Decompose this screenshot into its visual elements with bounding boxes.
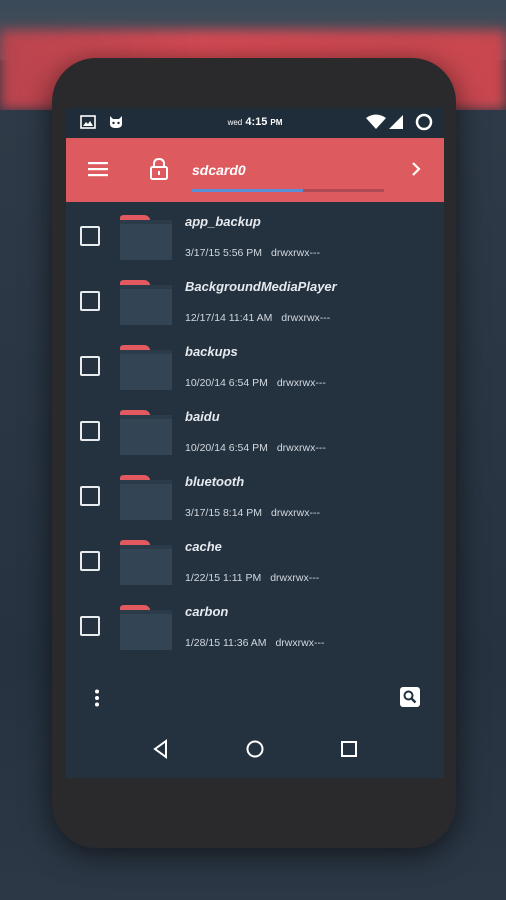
file-date: 1/28/15 11:36 AM: [185, 637, 267, 649]
file-permissions: drwxrwx---: [270, 247, 320, 259]
lock-icon[interactable]: [149, 158, 169, 180]
file-permissions: drwxrwx---: [270, 572, 320, 584]
file-date: 3/17/15 5:56 PM: [185, 247, 263, 259]
folder-icon: [120, 475, 172, 520]
file-name: bluetooth: [185, 474, 245, 489]
file-meta: 1/22/15 1:11 PM drwxrwx---: [185, 572, 319, 584]
file-date: 1/22/15 1:11 PM: [185, 572, 262, 584]
file-meta: 10/20/14 6:54 PM drwxrwx---: [185, 442, 326, 454]
file-permissions: drwxrwx---: [270, 507, 320, 519]
clock-day: wed: [227, 118, 243, 127]
file-permissions: drwxrwx---: [281, 312, 331, 324]
app-bar: sdcard0: [66, 138, 444, 202]
storage-progress-bar: [192, 189, 384, 192]
select-checkbox[interactable]: [80, 486, 100, 506]
status-bar: wed 4:15 PM: [66, 108, 444, 138]
file-permissions: drwxrwx---: [276, 377, 326, 389]
file-meta: 3/17/15 5:56 PM drwxrwx---: [185, 247, 320, 259]
list-item[interactable]: cache 1/22/15 1:11 PM drwxrwx---: [66, 529, 444, 594]
file-name: app_backup: [185, 214, 261, 229]
file-permissions: drwxrwx---: [275, 637, 325, 649]
file-meta: 1/28/15 11:36 AM drwxrwx---: [185, 637, 324, 649]
select-checkbox[interactable]: [80, 291, 100, 311]
file-date: 3/17/15 8:14 PM: [185, 507, 263, 519]
file-name: cache: [185, 539, 222, 554]
cell-signal-icon: [389, 115, 403, 129]
file-name: BackgroundMediaPlayer: [185, 279, 337, 294]
folder-icon: [120, 345, 172, 390]
clock-ampm: PM: [270, 118, 283, 127]
select-checkbox[interactable]: [80, 226, 100, 246]
circle-icon: [415, 113, 433, 131]
file-permissions: drwxrwx---: [276, 442, 326, 454]
clock-time: 4:15: [245, 116, 268, 128]
back-icon[interactable]: [150, 738, 172, 760]
select-checkbox[interactable]: [80, 421, 100, 441]
wifi-icon: [366, 114, 386, 129]
folder-icon: [120, 215, 172, 260]
folder-icon: [120, 410, 172, 455]
folder-icon: [120, 280, 172, 325]
list-item[interactable]: backups 10/20/14 6:54 PM drwxrwx---: [66, 334, 444, 399]
file-name: backups: [185, 344, 238, 359]
file-date: 10/20/14 6:54 PM: [185, 377, 268, 389]
file-meta: 12/17/14 11:41 AM drwxrwx---: [185, 312, 330, 324]
recents-icon[interactable]: [338, 738, 360, 760]
phone-screen: wed 4:15 PM sdcard0 app_backup 3/17/15 5…: [66, 108, 444, 778]
navigation-bar: [66, 720, 444, 778]
list-item[interactable]: baidu 10/20/14 6:54 PM drwxrwx---: [66, 399, 444, 464]
file-meta: 10/20/14 6:54 PM drwxrwx---: [185, 377, 326, 389]
file-name: baidu: [185, 409, 220, 424]
select-checkbox[interactable]: [80, 616, 100, 636]
folder-icon: [120, 605, 172, 650]
current-path-title[interactable]: sdcard0: [192, 162, 246, 178]
storage-progress-fill: [192, 189, 304, 192]
file-meta: 3/17/15 8:14 PM drwxrwx---: [185, 507, 320, 519]
file-date: 12/17/14 11:41 AM: [185, 312, 273, 324]
file-name: carbon: [185, 604, 229, 619]
chevron-right-icon[interactable]: [410, 160, 422, 178]
search-icon[interactable]: [400, 687, 420, 707]
list-item[interactable]: carbon 1/28/15 11:36 AM drwxrwx---: [66, 594, 444, 659]
file-date: 10/20/14 6:54 PM: [185, 442, 268, 454]
list-item[interactable]: BackgroundMediaPlayer 12/17/14 11:41 AM …: [66, 269, 444, 334]
more-vert-icon[interactable]: [94, 689, 100, 707]
file-list: app_backup 3/17/15 5:56 PM drwxrwx--- Ba…: [66, 204, 444, 659]
list-item[interactable]: bluetooth 3/17/15 8:14 PM drwxrwx---: [66, 464, 444, 529]
folder-icon: [120, 540, 172, 585]
list-item[interactable]: app_backup 3/17/15 5:56 PM drwxrwx---: [66, 204, 444, 269]
hamburger-menu-icon[interactable]: [88, 161, 108, 177]
home-icon[interactable]: [244, 738, 266, 760]
select-checkbox[interactable]: [80, 551, 100, 571]
select-checkbox[interactable]: [80, 356, 100, 376]
